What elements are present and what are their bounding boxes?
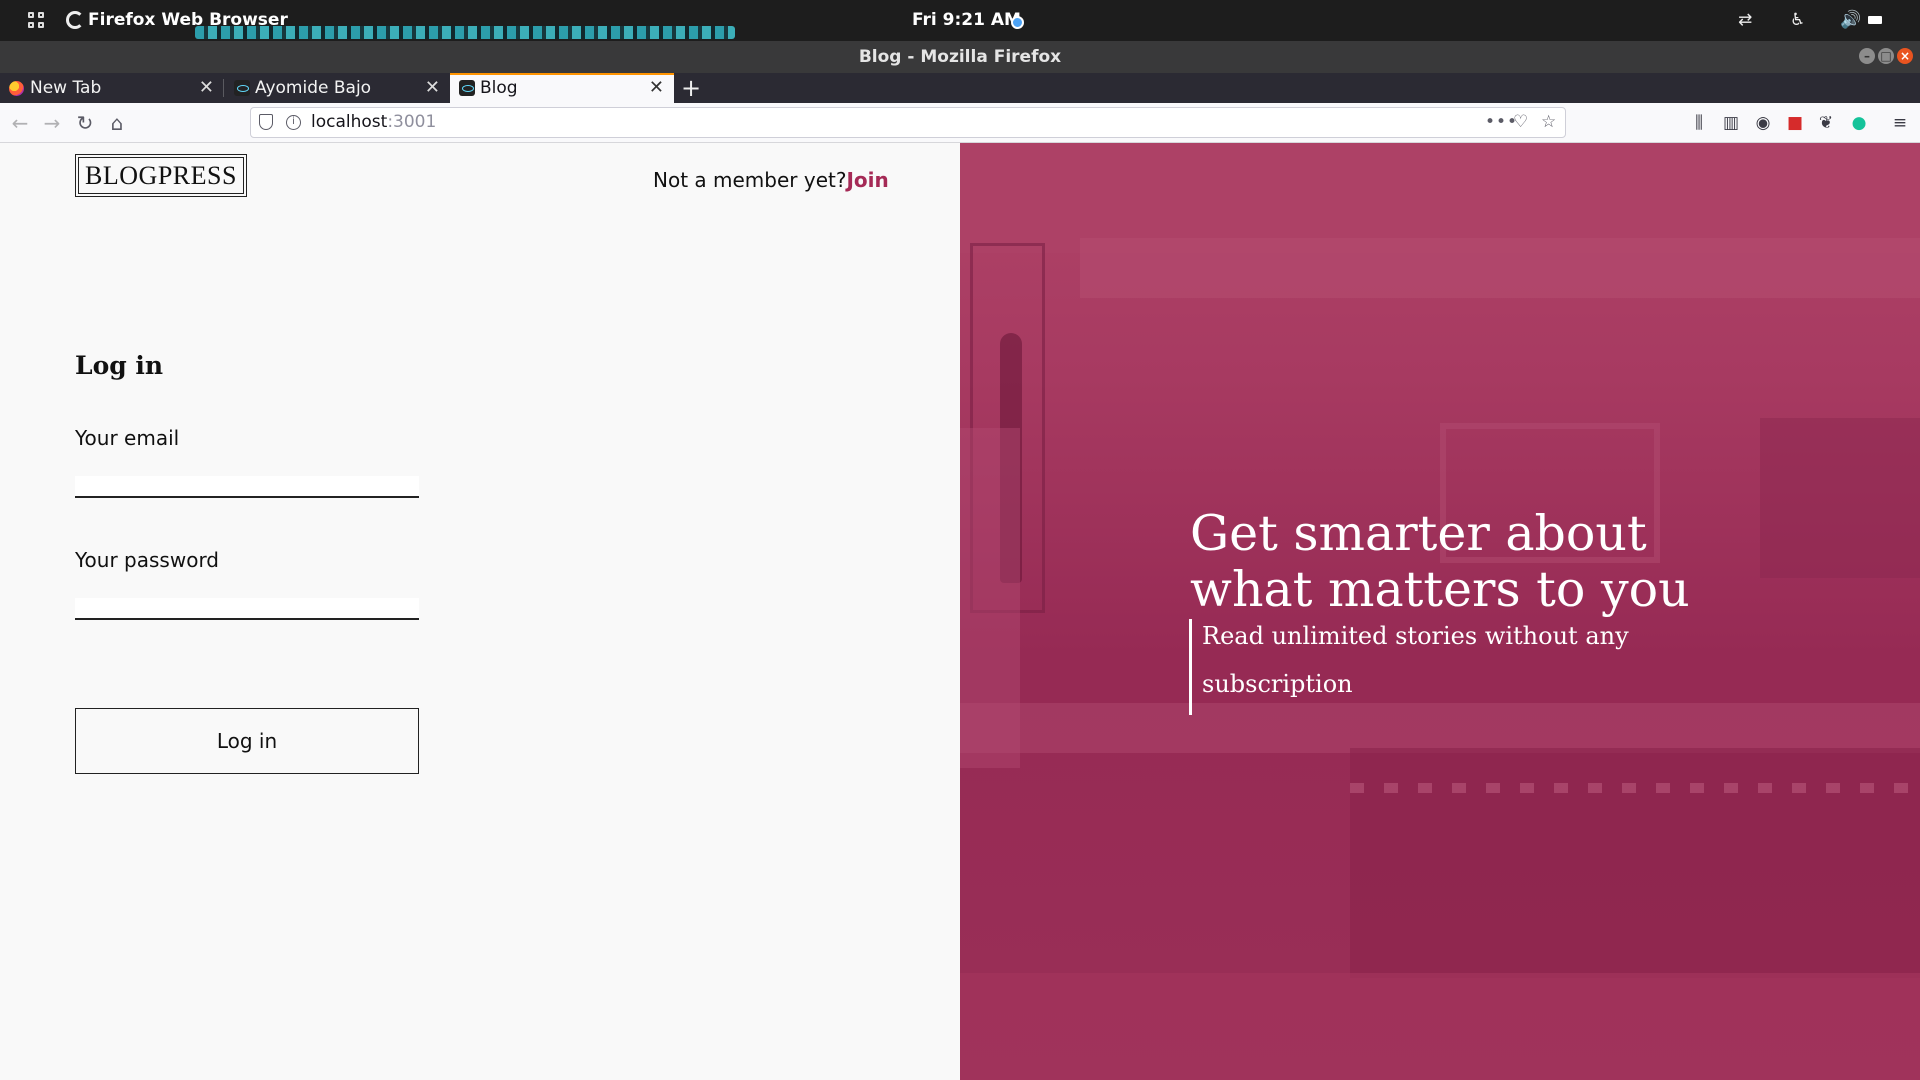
battery-icon[interactable] — [1868, 16, 1882, 24]
bookmark-star-icon[interactable]: ☆ — [1541, 112, 1556, 132]
volume-icon[interactable]: 🔊 — [1840, 10, 1861, 30]
close-tab-icon[interactable]: ✕ — [425, 73, 440, 103]
page-content: BLOGPRESS Not a member yet?Join Log in Y… — [0, 143, 1920, 1080]
screen-artifact — [195, 26, 735, 39]
password-field[interactable] — [75, 598, 419, 620]
tab-label: Blog — [480, 78, 518, 98]
app-grid-icon[interactable] — [28, 12, 46, 30]
tab-label: Ayomide Bajo — [255, 78, 372, 98]
system-clock[interactable]: Fri 9:21 AM — [912, 10, 1021, 30]
join-link[interactable]: Join — [846, 168, 888, 192]
home-button[interactable]: ⌂ — [105, 111, 129, 135]
reload-button[interactable]: ↻ — [73, 111, 97, 135]
close-tab-icon[interactable]: ✕ — [649, 73, 664, 103]
hero-subline: Read unlimited stories without any subsc… — [1202, 622, 1629, 698]
extension-leaf-icon[interactable]: ❦ — [1816, 113, 1836, 133]
navigation-toolbar: ← → ↻ ⌂ i localhost:3001 ••• ♡ ☆ ⫼ ▥ ◉ ■… — [0, 103, 1920, 143]
firefox-icon — [9, 81, 24, 96]
url-text[interactable]: localhost:3001 — [311, 112, 436, 132]
accessibility-icon[interactable]: ♿ — [1790, 10, 1805, 30]
close-window-button[interactable]: × — [1897, 48, 1913, 64]
tab-blog[interactable]: Blog ✕ — [450, 73, 674, 103]
hero-panel: Get smarter about what matters to you Re… — [960, 143, 1920, 1080]
email-field[interactable] — [75, 476, 419, 498]
react-icon — [234, 80, 250, 96]
sidebar-icon[interactable]: ▥ — [1721, 113, 1741, 133]
minimize-button[interactable]: – — [1859, 48, 1875, 64]
network-icon[interactable]: ⇄ — [1738, 10, 1752, 30]
extension-icon[interactable]: ■ — [1785, 113, 1805, 133]
window-title: Blog - Mozilla Firefox — [858, 47, 1062, 67]
tab-new-tab[interactable]: New Tab ✕ — [0, 73, 224, 103]
hero-headline: Get smarter about what matters to you — [1190, 505, 1690, 618]
login-panel: BLOGPRESS Not a member yet?Join Log in Y… — [0, 143, 960, 1080]
system-top-bar: Firefox Web Browser Fri 9:21 AM ⇄ ♿ 🔊 — [0, 0, 1920, 41]
account-icon[interactable]: ◉ — [1753, 113, 1773, 133]
tracking-protection-icon[interactable] — [259, 114, 273, 130]
hero-quote-bar — [1189, 619, 1192, 715]
back-button[interactable]: ← — [8, 111, 32, 135]
hamburger-menu-icon[interactable]: ≡ — [1890, 113, 1910, 133]
new-tab-button[interactable]: + — [680, 73, 702, 103]
react-icon — [459, 80, 475, 96]
forward-button[interactable]: → — [40, 111, 64, 135]
login-heading: Log in — [75, 351, 164, 380]
close-tab-icon[interactable]: ✕ — [199, 73, 214, 103]
library-icon[interactable]: ⫼ — [1689, 113, 1709, 133]
grammarly-icon[interactable]: ● — [1849, 113, 1869, 133]
window-title-bar: Blog - Mozilla Firefox – □ × — [0, 41, 1920, 73]
email-label: Your email — [75, 426, 180, 450]
url-bar[interactable]: i localhost:3001 ••• ♡ ☆ — [250, 107, 1566, 138]
tab-strip: New Tab ✕ Ayomide Bajo ✕ Blog ✕ + — [0, 73, 1920, 103]
tab-label: New Tab — [30, 78, 102, 98]
firefox-app-icon — [66, 11, 84, 29]
password-label: Your password — [75, 548, 220, 572]
pocket-icon[interactable]: ♡ — [1513, 112, 1528, 132]
notification-dot-icon — [1011, 16, 1024, 29]
member-prompt: Not a member yet?Join — [653, 168, 889, 192]
maximize-button[interactable]: □ — [1878, 48, 1894, 64]
blogpress-logo[interactable]: BLOGPRESS — [75, 154, 247, 197]
login-button[interactable]: Log in — [75, 708, 419, 774]
site-info-icon[interactable]: i — [286, 115, 301, 130]
tab-ayomide-bajo[interactable]: Ayomide Bajo ✕ — [225, 73, 450, 103]
